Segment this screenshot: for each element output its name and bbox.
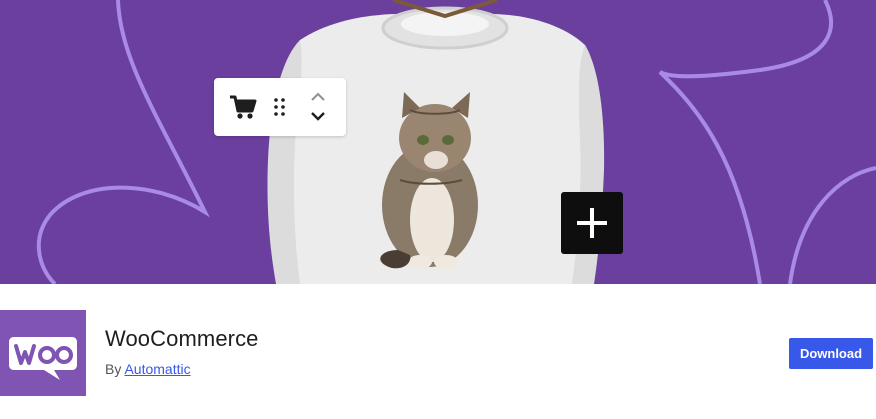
chevron-down-icon[interactable]	[306, 107, 330, 125]
woocommerce-logo	[0, 310, 86, 396]
cart-icon[interactable]	[228, 92, 258, 122]
chevron-up-icon[interactable]	[306, 88, 330, 106]
move-buttons	[306, 88, 330, 126]
plugin-name: WooCommerce	[105, 326, 259, 351]
byline-prefix: By	[105, 361, 122, 377]
download-button[interactable]: Download	[789, 338, 873, 369]
block-toolbar	[214, 78, 346, 136]
plugin-banner	[0, 0, 876, 284]
plus-icon	[577, 208, 607, 238]
plugin-info: WooCommerce By Automattic Download	[0, 284, 876, 419]
add-block-button[interactable]	[561, 192, 623, 254]
banner-artwork	[0, 0, 876, 284]
drag-handle-icon[interactable]	[272, 96, 288, 118]
plugin-byline: By Automattic	[105, 361, 191, 377]
woo-logo-icon	[0, 310, 86, 396]
author-link[interactable]: Automattic	[124, 361, 190, 377]
